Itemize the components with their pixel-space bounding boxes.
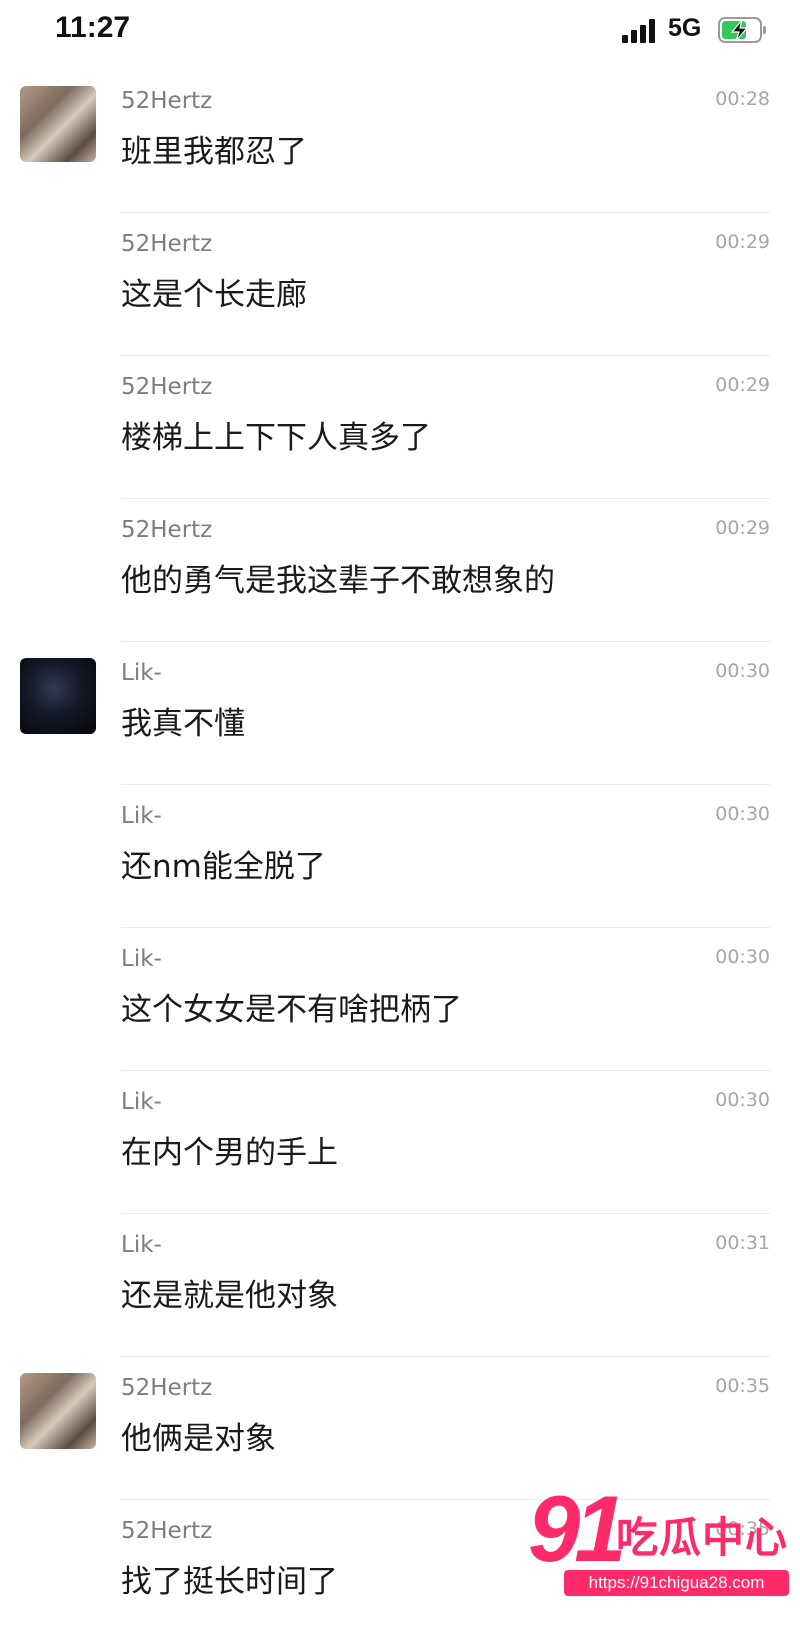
watermark-logo: 91 吃瓜中心 https://91chigua28.com [528, 1482, 793, 1602]
message-text: 楼梯上上下下人真多了 [121, 420, 431, 456]
chat-list: 52Hertz 00:28 班里我都忍了 52Hertz 00:29 这是个长走… [0, 70, 800, 1643]
message-text: 在内个男的手上 [121, 1135, 338, 1171]
message-text: 我真不懂 [121, 706, 245, 742]
sender-name: Lik- [121, 803, 162, 829]
message-text: 班里我都忍了 [121, 134, 307, 170]
sender-name: Lik- [121, 660, 162, 686]
message-time: 00:30 [715, 803, 770, 825]
avatar-lik[interactable] [20, 658, 96, 734]
message-text: 他的勇气是我这辈子不敢想象的 [121, 563, 555, 599]
sender-name: Lik- [121, 946, 162, 972]
message-text: 这是个长走廊 [121, 277, 307, 313]
message-time: 00:30 [715, 946, 770, 968]
chat-message[interactable]: Lik- 00:30 在内个男的手上 [0, 1071, 800, 1214]
signal-icon [622, 19, 658, 43]
sender-name: Lik- [121, 1232, 162, 1258]
chat-message[interactable]: 52Hertz 00:35 他俩是对象 [0, 1357, 800, 1500]
chat-message[interactable]: Lik- 00:30 我真不懂 [0, 642, 800, 785]
battery-charging-icon [718, 17, 766, 43]
watermark-name: 吃瓜中心 [616, 1513, 789, 1562]
sender-name: 52Hertz [121, 517, 213, 543]
network-label: 5G [668, 14, 702, 42]
chat-message[interactable]: 52Hertz 00:29 这是个长走廊 [0, 213, 800, 356]
watermark-url: https://91chigua28.com [564, 1570, 789, 1596]
message-time: 00:30 [715, 660, 770, 682]
chat-message[interactable]: 52Hertz 00:28 班里我都忍了 [0, 70, 800, 213]
message-text: 他俩是对象 [121, 1421, 276, 1457]
chat-message[interactable]: Lik- 00:31 还是就是他对象 [0, 1214, 800, 1357]
message-time: 00:30 [715, 1089, 770, 1111]
sender-name: Lik- [121, 1089, 162, 1115]
avatar-52hertz[interactable] [20, 86, 96, 162]
chat-message[interactable]: Lik- 00:30 还nm能全脱了 [0, 785, 800, 928]
chat-message[interactable]: Lik- 00:30 这个女女是不有啥把柄了 [0, 928, 800, 1071]
chat-message[interactable]: 52Hertz 00:29 他的勇气是我这辈子不敢想象的 [0, 499, 800, 642]
sender-name: 52Hertz [121, 1518, 213, 1544]
message-text: 这个女女是不有啥把柄了 [121, 992, 462, 1028]
sender-name: 52Hertz [121, 88, 213, 114]
message-time: 00:29 [715, 517, 770, 539]
status-bar: 11:27 5G [0, 0, 800, 62]
sender-name: 52Hertz [121, 1375, 213, 1401]
message-time: 00:29 [715, 231, 770, 253]
message-time: 00:29 [715, 374, 770, 396]
message-time: 00:35 [715, 1375, 770, 1397]
message-text: 还是就是他对象 [121, 1278, 338, 1314]
avatar-52hertz[interactable] [20, 1373, 96, 1449]
sender-name: 52Hertz [121, 374, 213, 400]
message-time: 00:31 [715, 1232, 770, 1254]
status-time: 11:27 [55, 11, 131, 44]
sender-name: 52Hertz [121, 231, 213, 257]
message-text: 还nm能全脱了 [121, 849, 326, 885]
chat-message[interactable]: 52Hertz 00:29 楼梯上上下下人真多了 [0, 356, 800, 499]
message-time: 00:28 [715, 88, 770, 110]
watermark-number: 91 [528, 1476, 627, 1581]
message-text: 找了挺长时间了 [121, 1564, 338, 1600]
